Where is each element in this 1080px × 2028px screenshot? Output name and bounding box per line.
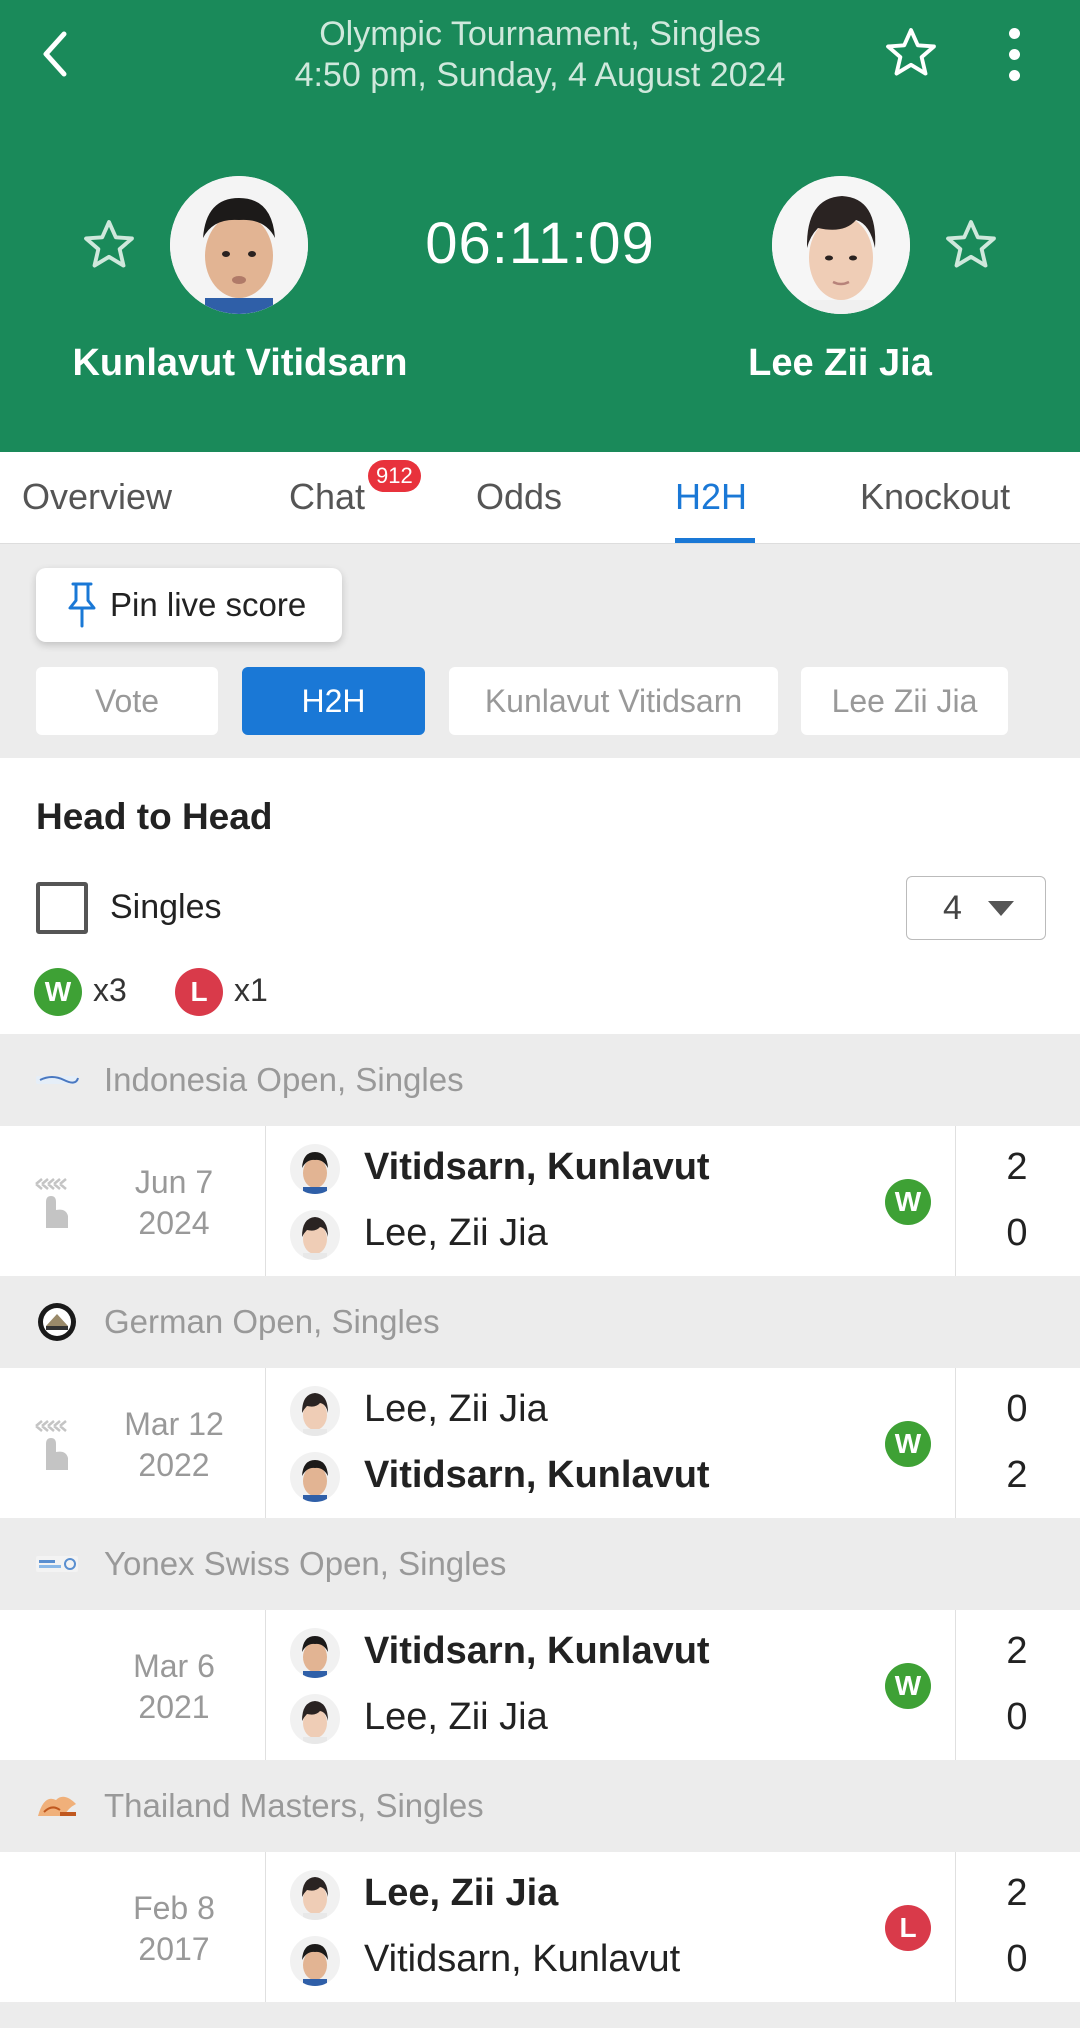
score-bottom: 0 (1006, 1938, 1028, 1980)
result-loss-icon: L (885, 1905, 931, 1951)
match-row[interactable]: Jun 7 2024 Vitidsarn, Kunlavut Lee, Zii … (0, 1126, 1080, 1276)
wins-count: x3 (93, 972, 127, 1008)
match-player-bottom: Vitidsarn, Kunlavut (364, 1454, 710, 1496)
pin-live-score-button[interactable]: Pin live score (36, 568, 342, 642)
losses-count: x1 (234, 972, 268, 1008)
tournament-header: Yonex Swiss Open, Singles (0, 1518, 1080, 1610)
player-avatar (290, 1694, 340, 1744)
tournament-header: Indonesia Open, Singles (0, 1034, 1080, 1126)
match-row[interactable]: Feb 8 2017 Lee, Zii Jia Vitidsarn, Kunla… (0, 1852, 1080, 2002)
tournament-logo-icon (38, 1303, 76, 1341)
tournament-logo-icon (38, 1796, 76, 1816)
match-date: Mar 12 2022 (124, 1406, 224, 1483)
match-header: Olympic Tournament, Singles 4:50 pm, Sun… (0, 0, 1080, 452)
h2h-title: Head to Head (36, 796, 273, 837)
chat-unread-badge: 912 (368, 460, 421, 492)
match-date: Mar 6 2021 (133, 1648, 215, 1725)
match-player-bottom: Lee, Zii Jia (364, 1212, 548, 1254)
favorite-match-button[interactable] (882, 24, 940, 82)
score-top: 2 (1006, 1872, 1028, 1914)
star-outline-icon (946, 220, 996, 268)
score-bottom: 0 (1006, 1696, 1028, 1738)
chip-player-left[interactable]: Kunlavut Vitidsarn (449, 667, 778, 735)
match-player-top: Lee, Zii Jia (364, 1872, 559, 1914)
match-date: Jun 7 2024 (134, 1164, 214, 1241)
favorite-player-right-button[interactable] (942, 216, 1000, 274)
match-player-bottom: Lee, Zii Jia (364, 1696, 548, 1738)
h2h-summary-panel: Head to Head Singles 4 W x3 L x1 (0, 758, 1080, 1034)
chip-vote[interactable]: Vote (36, 667, 218, 735)
wins-badge-icon: W (34, 968, 82, 1016)
score-top: 0 (1006, 1388, 1028, 1430)
tab-bar: Overview Chat Odds H2H Knockout (0, 452, 1080, 544)
match-player-top: Vitidsarn, Kunlavut (364, 1630, 710, 1672)
player-right-name[interactable]: Lee Zii Jia (680, 342, 1000, 385)
player-avatar (290, 1628, 340, 1678)
player-avatar (290, 1452, 340, 1502)
chevron-down-icon (987, 900, 1014, 916)
tab-h2h[interactable]: H2H (675, 476, 747, 518)
result-win-icon: W (885, 1663, 931, 1709)
score-bottom: 0 (1006, 1212, 1028, 1254)
result-win-icon: W (885, 1421, 931, 1467)
match-row[interactable]: Mar 6 2021 Vitidsarn, Kunlavut Lee, Zii … (0, 1610, 1080, 1760)
tournament-name: Yonex Swiss Open, Singles (104, 1545, 507, 1582)
chip-player-right[interactable]: Lee Zii Jia (801, 667, 1008, 735)
player-avatar (290, 1144, 340, 1194)
tab-chat[interactable]: Chat (289, 476, 365, 518)
tab-knockout[interactable]: Knockout (860, 476, 1010, 518)
star-outline-icon (886, 28, 936, 76)
player-avatar (290, 1870, 340, 1920)
losses-badge-icon: L (175, 968, 223, 1016)
back-arrow-icon (43, 31, 67, 77)
match-player-bottom: Vitidsarn, Kunlavut (364, 1938, 681, 1980)
match-player-top: Vitidsarn, Kunlavut (364, 1146, 710, 1188)
tournament-line: Olympic Tournament, Singles (319, 15, 761, 53)
player-avatar (290, 1386, 340, 1436)
match-count-select[interactable]: 4 (906, 876, 1046, 940)
player-left-avatar[interactable] (170, 176, 308, 314)
tournament-name: Indonesia Open, Singles (104, 1061, 464, 1098)
score-top: 2 (1006, 1630, 1028, 1672)
player-left-name[interactable]: Kunlavut Vitidsarn (40, 342, 440, 385)
match-row[interactable]: Mar 12 2022 Lee, Zii Jia Vitidsarn, Kunl… (0, 1368, 1080, 1518)
player-avatar (290, 1210, 340, 1260)
singles-checkbox[interactable] (36, 882, 88, 934)
favorite-player-left-button[interactable] (80, 216, 138, 274)
pin-icon (68, 582, 96, 628)
player-avatar (290, 1936, 340, 1986)
chip-h2h[interactable]: H2H (242, 667, 425, 735)
tournament-logo-icon (36, 1556, 78, 1572)
star-outline-icon (84, 220, 134, 268)
tournament-header: German Open, Singles (0, 1276, 1080, 1368)
tournament-logo-icon (36, 1076, 79, 1084)
more-menu-button[interactable] (1000, 24, 1028, 84)
match-date: Feb 8 2017 (133, 1890, 215, 1967)
tournament-name: Thailand Masters, Singles (104, 1787, 484, 1824)
match-player-top: Lee, Zii Jia (364, 1388, 548, 1430)
singles-checkbox-label[interactable]: Singles (110, 888, 222, 927)
score-bottom: 2 (1006, 1454, 1028, 1496)
match-info: Olympic Tournament, Singles 4:50 pm, Sun… (200, 14, 880, 96)
tab-overview[interactable]: Overview (22, 476, 172, 518)
back-button[interactable] (30, 24, 80, 84)
more-vertical-icon (1008, 27, 1020, 39)
result-win-icon: W (885, 1179, 931, 1225)
tab-odds[interactable]: Odds (476, 476, 562, 518)
score-top: 2 (1006, 1146, 1028, 1188)
match-count-value: 4 (943, 888, 962, 927)
highlights-touch-icon (35, 1178, 68, 1228)
pin-live-score-label: Pin live score (110, 586, 307, 623)
highlights-touch-icon (35, 1420, 68, 1470)
match-datetime: 4:50 pm, Sunday, 4 August 2024 (294, 56, 786, 94)
tournament-name: German Open, Singles (104, 1303, 440, 1340)
match-countdown: 06:11:09 (425, 211, 655, 276)
tournament-header: Thailand Masters, Singles (0, 1760, 1080, 1852)
active-tab-indicator (675, 538, 755, 543)
player-right-avatar[interactable] (772, 176, 910, 314)
